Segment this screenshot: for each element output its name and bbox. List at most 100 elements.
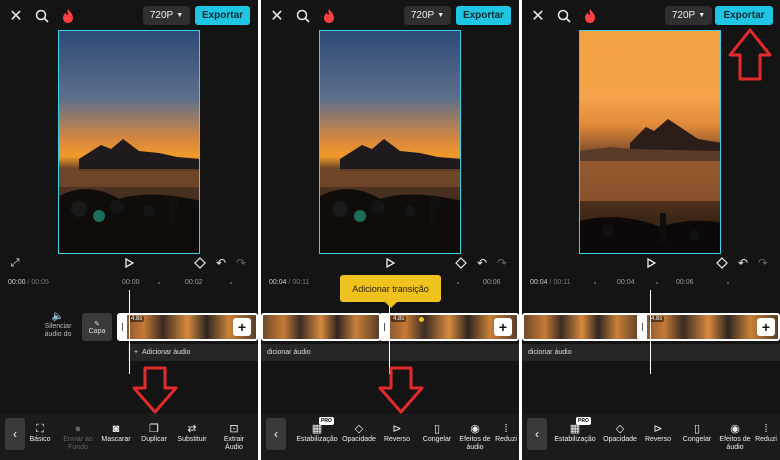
mute-audio-control[interactable]: 🔈 Silenciar áudio do <box>40 311 76 339</box>
video-preview[interactable] <box>58 30 200 254</box>
tool-estabilizacao[interactable]: ▦ PRO Estabilização <box>295 417 339 444</box>
add-clip-button[interactable]: + <box>757 318 775 336</box>
close-icon[interactable]: ✕ <box>528 5 548 27</box>
keyframe-icon[interactable] <box>192 256 208 270</box>
video-preview[interactable] <box>579 30 721 254</box>
tool-basico[interactable]: ⛶ Básico <box>20 422 60 444</box>
reverse-icon: ⊳ <box>653 423 663 435</box>
editor-panel-3: ✕ 720P ▼ Exportar ↶ ↷ 00:04 / 00:11 00:0… <box>522 0 780 460</box>
tool-extrair-audio[interactable]: ⊡ Extrair Áudio <box>214 422 254 452</box>
tool-reduzir[interactable]: ⁞ Reduzi <box>751 422 780 444</box>
cover-button[interactable]: ✎ Capa <box>82 313 112 341</box>
add-audio-track[interactable]: dicionar áudio <box>522 344 780 361</box>
audio-effects-icon: ◉ <box>730 423 740 435</box>
tool-congelar[interactable]: ▯ Congelar <box>417 422 457 444</box>
add-audio-label: dicionar áudio <box>528 349 572 356</box>
add-audio-track[interactable]: + Adicionar áudio <box>128 344 258 361</box>
ruler-tick: 00:04 <box>617 279 635 286</box>
speaker-icon: 🔈 <box>51 311 65 322</box>
tool-enviar-ao-fundo[interactable]: ● Enviar ao Fundo <box>58 422 98 452</box>
tool-mascarar[interactable]: ◙ Mascarar <box>96 422 136 444</box>
playhead[interactable] <box>129 290 130 374</box>
play-icon[interactable] <box>122 256 136 270</box>
add-audio-track[interactable]: dicionar áudio <box>261 344 519 361</box>
undo-icon[interactable]: ↶ <box>475 256 489 270</box>
editor-panel-2: ✕ 720P ▼ Exportar ↶ ↷ 00:04 / 00:11 00:0… <box>261 0 519 460</box>
redo-icon[interactable]: ↷ <box>234 256 248 270</box>
tool-label: Opacidade <box>603 436 637 443</box>
tool-label: Reverso <box>644 436 672 443</box>
ruler-dot <box>230 282 232 284</box>
clip-handle-left[interactable] <box>381 315 389 339</box>
fullscreen-icon[interactable]: ⤢ <box>8 256 22 270</box>
tool-duplicar[interactable]: ❐ Duplicar <box>134 422 174 444</box>
fire-icon[interactable] <box>319 5 339 27</box>
add-clip-button[interactable]: + <box>494 318 512 336</box>
total-time: / 00:11 <box>286 279 310 286</box>
video-preview[interactable] <box>319 30 461 254</box>
redo-icon[interactable]: ↷ <box>756 256 770 270</box>
tool-opacidade[interactable]: ◇ Opacidade <box>339 422 379 444</box>
close-icon[interactable]: ✕ <box>6 5 26 27</box>
transition-tooltip[interactable]: Adicionar transição <box>340 275 441 308</box>
undo-icon[interactable]: ↶ <box>214 256 228 270</box>
opacity-icon: ◇ <box>615 423 625 435</box>
time-readout: 00:04 / 00:11 <box>269 279 309 286</box>
tool-label: Estabilização <box>554 436 596 443</box>
tool-label: Básico <box>29 436 51 443</box>
clip-handle-left[interactable] <box>119 315 127 339</box>
fire-icon[interactable] <box>580 5 600 27</box>
close-icon[interactable]: ✕ <box>267 5 287 27</box>
tool-efeitos-de-audio[interactable]: ◉ Efeitos de áudio <box>455 422 495 452</box>
tool-label: Enviar ao Fundo <box>63 436 93 451</box>
fire-icon[interactable] <box>58 5 78 27</box>
export-button[interactable]: Exportar <box>715 6 773 25</box>
tool-reverso[interactable]: ⊳ Reverso <box>377 422 417 444</box>
add-clip-button[interactable]: + <box>233 318 251 336</box>
tool-label: Substituir <box>177 436 207 443</box>
playback-controls: ↶ ↷ <box>261 256 519 272</box>
search-icon[interactable] <box>293 5 313 27</box>
ruler-tick: 00:02 <box>185 279 203 286</box>
tool-reverso[interactable]: ⊳ Reverso <box>638 422 678 444</box>
tool-label: Efeitos de áudio <box>459 436 491 451</box>
bottom-toolbar: ‹ ▦ PRO Estabilização ◇ Opacidade ⊳ Reverso … <box>261 414 519 460</box>
keyframe-icon[interactable] <box>453 256 469 270</box>
video-clip[interactable] <box>261 313 381 341</box>
play-icon[interactable] <box>644 256 658 270</box>
editor-panel-1: ✕ 720P ▼ Exportar ⤢ ↶ ↷ 00:00 / 00:05 00… <box>0 0 258 460</box>
tool-efeitos-de-audio[interactable]: ◉ Efeitos de áudio <box>715 422 755 452</box>
export-button[interactable]: Exportar <box>195 6 250 25</box>
tool-estabilizacao[interactable]: ▦ PRO Estabilização <box>552 417 598 444</box>
redo-icon[interactable]: ↷ <box>495 256 509 270</box>
playhead[interactable] <box>650 290 651 374</box>
freeze-icon: ▯ <box>433 423 441 435</box>
search-icon[interactable] <box>32 5 52 27</box>
pro-badge: PRO <box>576 417 591 425</box>
top-bar: ✕ 720P ▼ Exportar <box>522 5 780 27</box>
transition-marker[interactable] <box>419 317 424 322</box>
current-time: 00:00 <box>8 279 26 286</box>
tool-opacidade[interactable]: ◇ Opacidade <box>600 422 640 444</box>
time-readout: 00:04 / 00:11 <box>530 279 570 286</box>
tool-substituir[interactable]: ⇄ Substituir <box>172 422 212 444</box>
clip-handle-left[interactable] <box>639 315 647 339</box>
chevron-left-icon[interactable]: ‹ <box>527 418 547 450</box>
tool-label: Opacidade <box>342 436 376 443</box>
search-icon[interactable] <box>554 5 574 27</box>
add-audio-label: dicionar áudio <box>267 349 311 356</box>
timeline-ruler: 00:00 / 00:05 00:00 00:02 <box>0 276 258 290</box>
undo-icon[interactable]: ↶ <box>736 256 750 270</box>
export-button[interactable]: Exportar <box>456 6 511 25</box>
resolution-select[interactable]: 720P ▼ <box>404 6 451 25</box>
tool-reduzir[interactable]: ⁞ Reduzi <box>491 422 519 444</box>
resolution-select[interactable]: 720P ▼ <box>665 6 712 25</box>
resolution-select[interactable]: 720P ▼ <box>143 6 190 25</box>
keyframe-icon[interactable] <box>714 256 730 270</box>
play-icon[interactable] <box>383 256 397 270</box>
total-time: / 00:05 <box>25 279 49 286</box>
video-clip[interactable] <box>522 313 642 341</box>
edit-icon: ✎ <box>94 320 100 328</box>
tool-congelar[interactable]: ▯ Congelar <box>677 422 717 444</box>
chevron-left-icon[interactable]: ‹ <box>266 418 286 450</box>
